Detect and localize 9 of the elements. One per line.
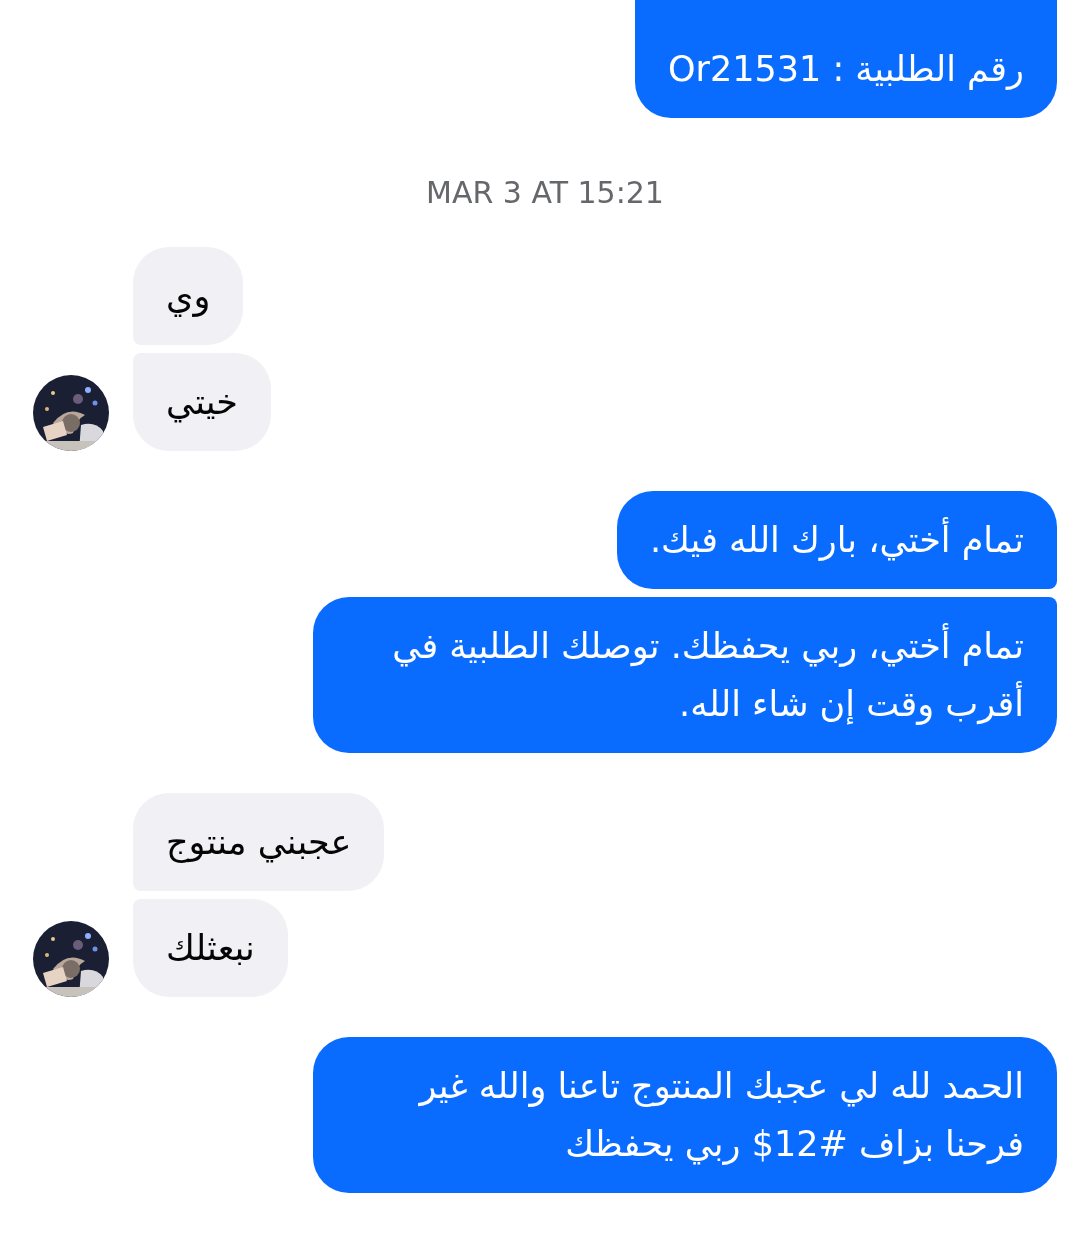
message-bubble: عجبني منتوج — [133, 793, 385, 891]
message-bubble: نبعثلك — [133, 899, 288, 997]
message-bubble: رقم الطلبية : Or21531 — [635, 0, 1057, 118]
message-bubble: وي — [133, 247, 244, 345]
message-bubble: خيتي — [133, 353, 271, 451]
message-bubble: تمام أختي، ربي يحفظك. توصلك الطلبية في أقرب وقت إن شاء الله. — [313, 597, 1057, 753]
message-bubble: تمام أختي، بارك الله فيك. — [617, 491, 1057, 589]
timestamp: MAR 3 AT 15:21 — [426, 174, 664, 212]
message-bubble: الحمد لله لي عجبك المنتوج تاعنا والله غير فرحنا بزاف #12$ ربي يحفظك — [313, 1037, 1057, 1193]
